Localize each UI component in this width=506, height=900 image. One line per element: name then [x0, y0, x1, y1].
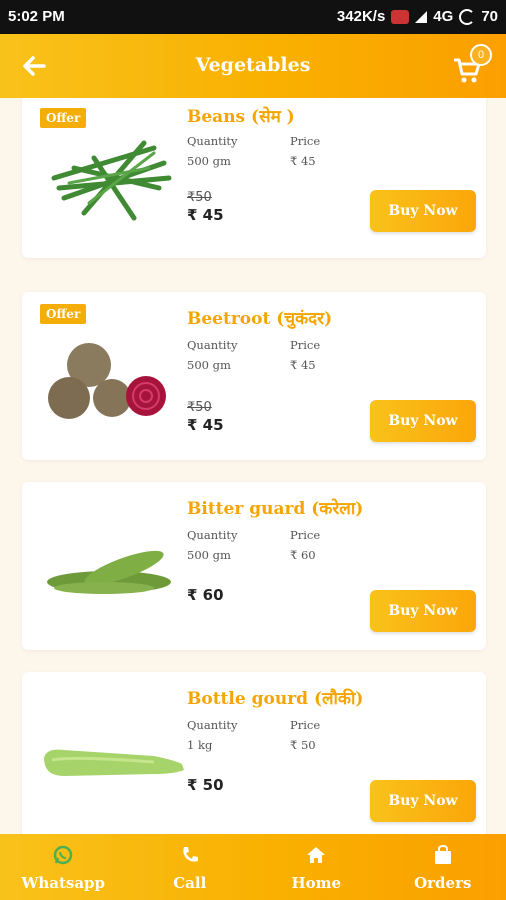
app-bar: Vegetables 0	[0, 34, 506, 98]
product-list: Offer Beans (सेम ) Quantity Price 500 gm…	[0, 98, 506, 834]
battery-icon	[459, 8, 476, 25]
offer-badge: Offer	[40, 108, 87, 128]
signal-icon	[415, 10, 428, 23]
price-value: ₹ 50	[290, 738, 316, 752]
price-label: Price	[290, 528, 321, 542]
cart-button[interactable]: 0	[448, 44, 492, 88]
nav-label: Home	[291, 874, 342, 892]
beetroot-image	[48, 343, 166, 419]
network-speed: 342K/s	[336, 8, 386, 25]
product-name: Bitter guard (करेला)	[187, 499, 364, 519]
quantity-value: 1 kg	[187, 738, 213, 752]
product-card: Bottle gourd (लौकी) Quantity Price 1 kg …	[22, 672, 486, 834]
network-type: 4G	[433, 8, 454, 25]
price-value: ₹ 45	[290, 358, 316, 372]
buy-now-button[interactable]: Buy Now	[370, 190, 476, 232]
product-name: Beans (सेम )	[187, 107, 295, 127]
quantity-label: Quantity	[187, 718, 238, 732]
nav-label: Orders	[414, 874, 472, 892]
final-price: ₹ 50	[187, 776, 224, 794]
price-value: ₹ 45	[290, 154, 316, 168]
bottom-nav: Whatsapp Call Home Orders	[0, 834, 506, 900]
quantity-value: 500 gm	[187, 154, 231, 168]
whatsapp-icon	[54, 845, 73, 865]
quantity-label: Quantity	[187, 338, 238, 352]
price-label: Price	[290, 718, 321, 732]
nav-label: Call	[173, 874, 207, 892]
final-price: ₹ 45	[187, 206, 224, 224]
notification-icon	[391, 9, 410, 24]
home-icon	[307, 847, 326, 863]
nav-home[interactable]: Home	[253, 834, 380, 900]
nav-whatsapp[interactable]: Whatsapp	[0, 834, 127, 900]
quantity-value: 500 gm	[187, 548, 231, 562]
original-price: ₹50	[187, 190, 212, 205]
battery-level: 70	[481, 8, 498, 25]
buy-now-button[interactable]: Buy Now	[370, 400, 476, 442]
quantity-label: Quantity	[187, 528, 238, 542]
original-price: ₹50	[187, 400, 212, 415]
nav-orders[interactable]: Orders	[380, 834, 506, 900]
quantity-value: 500 gm	[187, 358, 231, 372]
offer-badge: Offer	[40, 304, 87, 324]
page-title: Vegetables	[195, 54, 311, 76]
nav-call[interactable]: Call	[127, 834, 254, 900]
phone-icon	[183, 847, 198, 862]
product-name: Beetroot (चुकंदर)	[187, 309, 333, 329]
status-indicators: 342K/s 4G 70	[337, 8, 498, 25]
price-value: ₹ 60	[290, 548, 316, 562]
final-price: ₹ 45	[187, 416, 224, 434]
final-price: ₹ 60	[187, 586, 224, 604]
bottle-gourd-image	[44, 749, 184, 776]
product-card: Offer Beans (सेम ) Quantity Price 500 gm…	[22, 98, 486, 258]
product-card: Bitter guard (करेला) Quantity Price 500 …	[22, 482, 486, 650]
quantity-label: Quantity	[187, 134, 238, 148]
status-time: 5:02 PM	[8, 8, 65, 25]
status-bar: 5:02 PM 342K/s 4G 70	[0, 0, 506, 34]
buy-now-button[interactable]: Buy Now	[370, 780, 476, 822]
price-label: Price	[290, 338, 321, 352]
cart-count-badge: 0	[470, 44, 492, 66]
bitter-gourd-image	[47, 550, 171, 594]
bag-icon	[434, 844, 451, 864]
product-name: Bottle gourd (लौकी)	[187, 689, 364, 709]
nav-label: Whatsapp	[21, 874, 106, 892]
price-label: Price	[290, 134, 321, 148]
product-card: Offer Beetroot (चुकंदर) Quantity Price 5…	[22, 292, 486, 460]
buy-now-button[interactable]: Buy Now	[370, 590, 476, 632]
